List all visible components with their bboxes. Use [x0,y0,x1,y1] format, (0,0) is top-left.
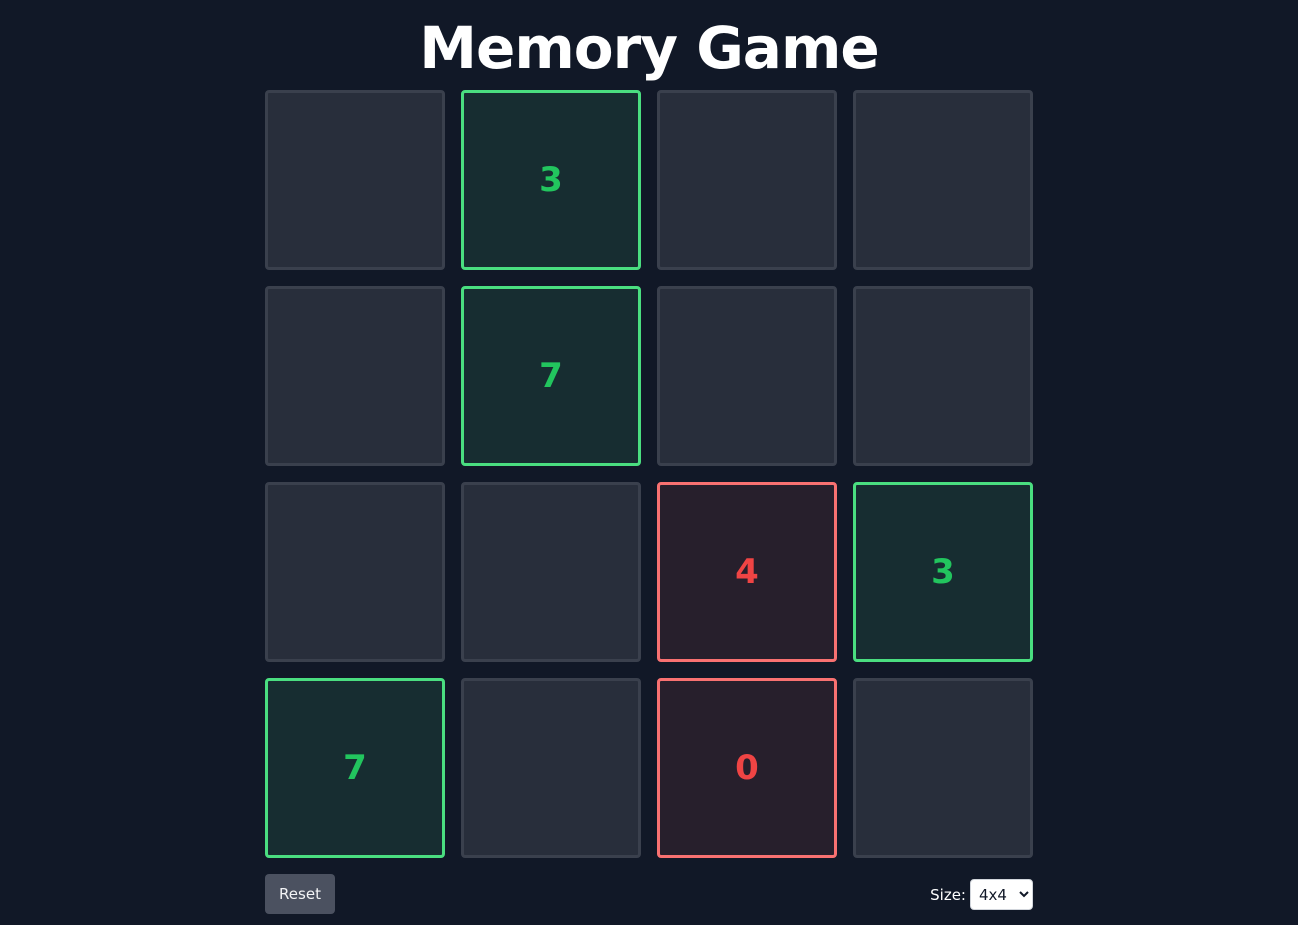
card-tile[interactable] [657,90,837,270]
card-tile[interactable]: 3 [853,482,1033,662]
card-tile[interactable]: 7 [461,286,641,466]
card-tile[interactable] [853,90,1033,270]
card-tile[interactable]: 0 [657,678,837,858]
reset-button[interactable]: Reset [265,874,335,914]
card-tile[interactable]: 4 [657,482,837,662]
card-tile[interactable] [853,286,1033,466]
size-control: Size: 4x4 [930,879,1033,910]
page-title: Memory Game [419,14,879,82]
card-tile[interactable] [265,482,445,662]
size-select[interactable]: 4x4 [970,879,1033,910]
card-tile[interactable] [657,286,837,466]
card-tile[interactable] [853,678,1033,858]
card-tile[interactable] [265,90,445,270]
size-label: Size: [930,885,966,904]
game-board: 374370 [265,90,1033,858]
card-tile[interactable]: 7 [265,678,445,858]
card-tile[interactable]: 3 [461,90,641,270]
card-tile[interactable] [265,286,445,466]
card-tile[interactable] [461,482,641,662]
card-tile[interactable] [461,678,641,858]
